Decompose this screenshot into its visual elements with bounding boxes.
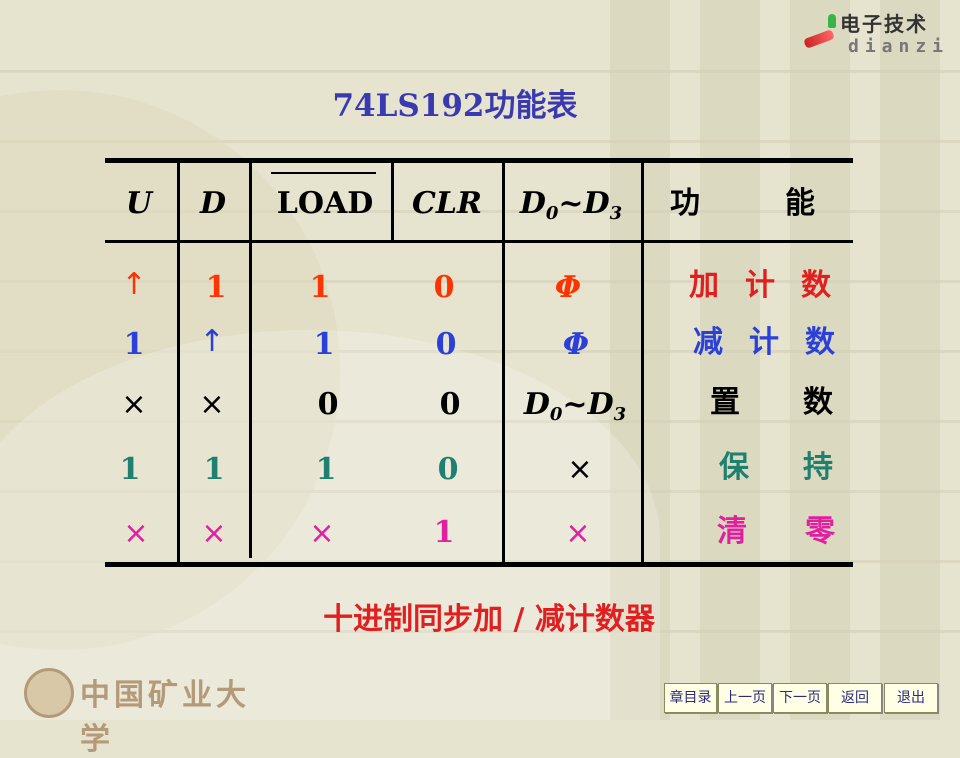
row1-func-c: 数 [801, 268, 831, 303]
header-load: LOAD [276, 186, 374, 221]
row3-d: × [199, 387, 225, 422]
pen-icon [803, 29, 835, 49]
prev-page-button[interactable]: 上一页 [718, 683, 772, 713]
row4-u: 1 [119, 452, 141, 487]
col-divider [249, 163, 252, 558]
row3-func-b: 数 [803, 385, 833, 420]
row3-clr: 0 [439, 387, 461, 422]
row5-data: × [565, 516, 591, 551]
function-table: U D LOAD CLR D0~D3 功 能 ↑ 1 1 0 Φ 加 计 数 1… [105, 158, 853, 568]
exit-button[interactable]: 退出 [884, 683, 938, 713]
col-divider [177, 163, 180, 563]
row3-u: × [121, 387, 147, 422]
page-title: 74LS192功能表 [332, 88, 578, 124]
row2-u: 1 [123, 327, 145, 362]
row4-func-b: 持 [803, 450, 833, 485]
row5-func-a: 清 [717, 514, 747, 549]
header-u: U [125, 186, 153, 221]
toc-button[interactable]: 章目录 [664, 683, 717, 713]
row3-data: D0~D3 [523, 387, 627, 425]
header-function-b: 能 [785, 186, 815, 221]
row2-d: ↑ [199, 324, 225, 359]
row3-func-a: 置 [710, 385, 740, 420]
col-divider [641, 163, 644, 563]
row5-func-b: 零 [805, 514, 835, 549]
row2-func-c: 数 [805, 325, 835, 360]
row2-load: 1 [313, 327, 335, 362]
next-page-button[interactable]: 下一页 [773, 683, 827, 713]
row1-d: 1 [205, 270, 227, 305]
counter-caption: 十进制同步加 / 减计数器 [323, 602, 655, 637]
row1-func-b: 计 [745, 268, 775, 303]
row4-clr: 0 [437, 452, 459, 487]
col-divider [391, 163, 394, 240]
university-name: 中国矿业大学 [80, 678, 250, 757]
table-bottom-rule [105, 562, 853, 567]
header-clr: CLR [412, 186, 482, 221]
header-data-inputs: D0~D3 [519, 186, 623, 224]
logo-text-cn: 电子技术 [840, 12, 928, 36]
row2-data: Φ [562, 327, 590, 362]
row1-data: Φ [554, 270, 582, 305]
row5-d: × [201, 516, 227, 551]
table-top-rule [105, 158, 853, 163]
row1-func-a: 加 [689, 268, 719, 303]
row4-data: × [567, 452, 593, 487]
logo-text-en: dianzi [848, 36, 950, 57]
back-button[interactable]: 返回 [828, 683, 882, 713]
row4-load: 1 [315, 452, 337, 487]
row2-clr: 0 [435, 327, 457, 362]
bulb-icon [828, 14, 836, 28]
load-overline [271, 172, 376, 174]
row1-clr: 0 [433, 270, 455, 305]
row3-load: 0 [317, 387, 339, 422]
header-d: D [199, 186, 226, 221]
row5-load: × [309, 516, 335, 551]
university-logo: 中国矿业大学 [20, 664, 280, 757]
row4-d: 1 [203, 452, 225, 487]
header-function-a: 功 [670, 186, 700, 221]
university-seal-icon [24, 668, 74, 718]
row1-u: ↑ [121, 267, 147, 302]
row5-clr: 1 [433, 515, 455, 550]
header-rule [105, 240, 853, 243]
row2-func-a: 减 [693, 325, 723, 360]
row5-u: × [123, 516, 149, 551]
row1-load: 1 [309, 270, 331, 305]
dianzi-logo: 电子技术 dianzi [803, 8, 944, 60]
row2-func-b: 计 [749, 325, 779, 360]
row4-func-a: 保 [719, 450, 749, 485]
